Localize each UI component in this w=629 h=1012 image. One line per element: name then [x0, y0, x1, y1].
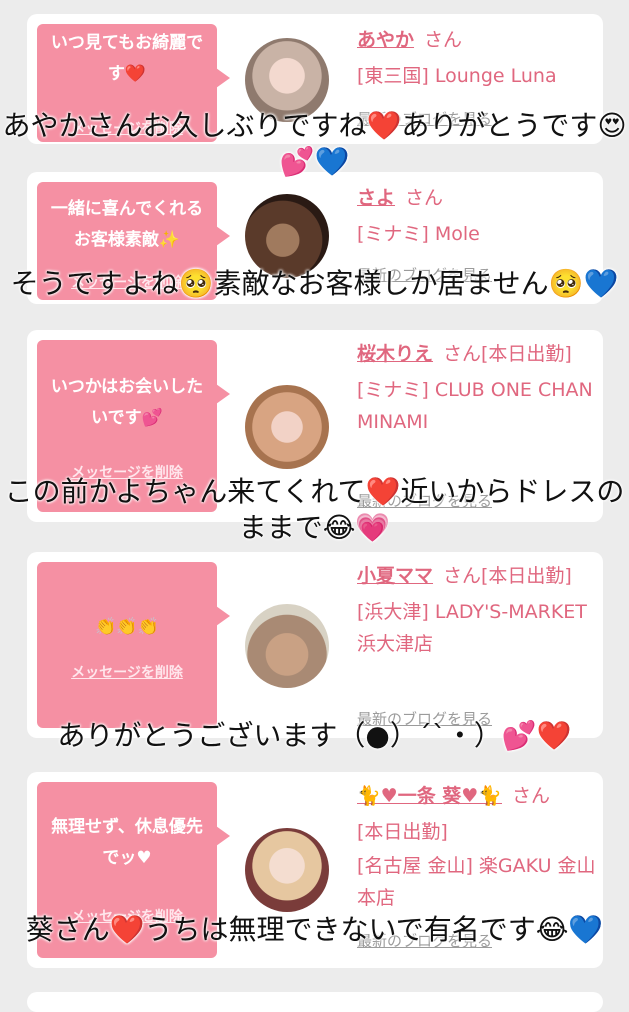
overlay-caption: 葵さん❤️うちは無理できないで有名です😂💙	[25, 913, 604, 946]
cast-name-link[interactable]: 桜木りえ	[357, 343, 433, 365]
honorific: さん	[405, 187, 444, 209]
cast-name-link[interactable]: さよ	[357, 187, 395, 209]
message-text: いつ見てもお綺麗です❤️	[50, 33, 204, 84]
cast-name-link[interactable]: あやか	[357, 29, 414, 51]
message-text: 一緒に喜んでくれるお客様素敵✨	[50, 199, 204, 250]
honorific: さん[本日出勤]	[443, 565, 572, 587]
avatar[interactable]	[245, 828, 329, 912]
cast-info: 🐈♥一条 葵♥🐈 さん [本日出勤] [名古屋 金山] 楽GAKU 金山本店	[357, 780, 597, 914]
overlay-caption: この前かよちゃん来てくれて❤️近いからドレスのままで😂💗	[4, 475, 625, 544]
cast-info: 桜木りえ さん[本日出勤] [ミナミ] CLUB ONE CHAN MINAMI	[357, 338, 597, 438]
message-text: 無理せず、休息優先でッ♥	[51, 817, 203, 868]
cast-info: あやか さん [東三国] Lounge Luna	[357, 24, 597, 92]
message-text: 👏👏👏	[95, 617, 159, 637]
shop-info: [名古屋 金山] 楽GAKU 金山本店	[357, 855, 596, 909]
delete-message-link[interactable]: メッセージを削除	[37, 664, 217, 682]
shop-info: [浜大津] LADY'S-MARKET 浜大津店	[357, 601, 587, 655]
avatar[interactable]	[245, 385, 329, 469]
message-text: いつかはお会いしたいです💕	[50, 377, 204, 428]
shop-info: [ミナミ] Mole	[357, 223, 480, 245]
message-bubble: 👏👏👏 メッセージを削除	[37, 562, 230, 728]
cast-name-link[interactable]: 🐈♥一条 葵♥🐈	[357, 785, 502, 807]
next-card-edge	[27, 992, 603, 1012]
overlay-caption: あやかさんお久しぶりですね❤️ありがとうです😍💕💙	[2, 109, 627, 178]
status-info: [本日出勤]	[357, 821, 448, 843]
honorific: さん[本日出勤]	[443, 343, 572, 365]
shop-info: [ミナミ] CLUB ONE CHAN MINAMI	[357, 379, 593, 433]
message-card: 👏👏👏 メッセージを削除 小夏ママ さん[本日出勤] [浜大津] LADY'S-M…	[27, 552, 603, 738]
honorific: さん	[424, 29, 463, 51]
cast-info: 小夏ママ さん[本日出勤] [浜大津] LADY'S-MARKET 浜大津店	[357, 560, 597, 660]
cast-name-link[interactable]: 小夏ママ	[357, 565, 433, 587]
cast-info: さよ さん [ミナミ] Mole	[357, 182, 597, 250]
shop-info: [東三国] Lounge Luna	[357, 65, 557, 87]
overlay-caption: そうですよね🥺素敵なお客様しか居ません🥺💙	[10, 267, 619, 300]
honorific: さん	[512, 785, 551, 807]
overlay-caption: ありがとうございます（●）´`・）💕❤️	[57, 719, 572, 752]
avatar[interactable]	[245, 604, 329, 688]
